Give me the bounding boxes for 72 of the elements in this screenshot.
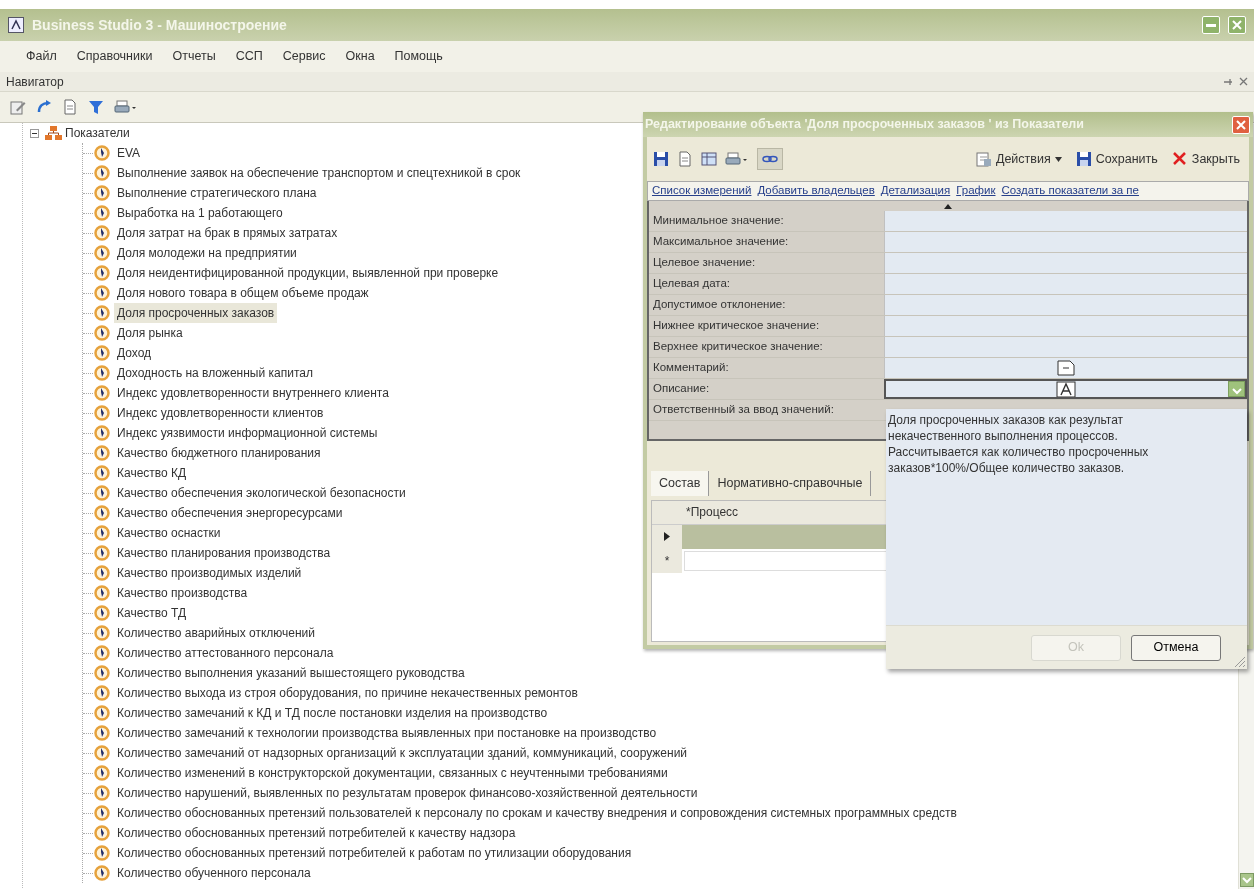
tree-item[interactable]: Количество обоснованных претензий пользователей к персоналу по срокам и качеству внедрения и сопровождения системных программных средств [114,803,960,823]
menu-item[interactable]: Сервис [282,47,326,66]
tree-item[interactable]: Количество аттестованного персонала [114,643,337,663]
toolbar-button[interactable]: Закрыть [1168,147,1243,171]
tab[interactable]: Состав [651,471,710,496]
tree-item[interactable]: Доход [114,343,155,363]
tree-item[interactable]: Количество выхода из строя оборудования, по причине некачественных ремонтов [114,683,581,703]
tree-item[interactable]: Количество замечаний к КД и ТД после постановки изделия на производство [114,703,551,723]
link[interactable]: Создать показатели за пе [1001,182,1139,200]
field-label: Ответственный за ввод значений: [652,402,835,418]
tree-item[interactable]: Качество обеспечения экологической безопасности [114,483,409,503]
tree-item[interactable]: Доля рынка [114,323,186,343]
field-label: Допустимое отклонение: [652,297,787,313]
panel-title: Навигатор [6,73,64,91]
link[interactable]: Список измерений [652,182,752,200]
field-label: Описание: [652,381,711,397]
tree-item[interactable]: Количество обоснованных претензий потребителей к качеству надзора [114,823,519,843]
menu-item[interactable]: Отчеты [172,47,216,66]
menu-item[interactable]: ССП [235,47,263,66]
tree-item[interactable]: Количество обученного персонала [114,863,314,883]
tree-item[interactable]: Качество ТД [114,603,190,623]
tree-item[interactable]: Доля неидентифицированной продукции, выявленной при проверке [114,263,502,283]
dialog-title: Редактирование объекта 'Доля просроченных заказов ' из Показатели [645,116,1084,134]
tree-item[interactable]: Количество выполнения указаний вышестоящего руководства [114,663,468,683]
tree-item[interactable]: Качество производства [114,583,251,603]
menu-item[interactable]: Файл [26,47,57,66]
field-label: Верхнее критическое значение: [652,339,824,355]
tree-item[interactable]: Качество оснастки [114,523,224,543]
tree-item[interactable]: Показатели [62,123,133,143]
menu-item[interactable]: Справочники [76,47,153,66]
tree-item[interactable]: Индекс уязвимости информационной системы [114,423,381,443]
tree-item[interactable]: Количество нарушений, выявленных по результатам проверок финансово-хозяйственной деятельности [114,783,701,803]
tree-item[interactable]: Индекс удовлетворенности внутреннего клиента [114,383,392,403]
link[interactable]: Добавить владельцев [757,182,875,200]
link[interactable]: Детализация [880,182,951,200]
tree-item[interactable]: Качество КД [114,463,190,483]
tree-item[interactable]: Количество замечаний от надзорных организаций к эксплуатации зданий, коммуникаций, сооружений [114,743,691,763]
toolbar-button[interactable]: Действия [972,147,1065,171]
field-label: Целевая дата: [652,276,731,292]
menu-item[interactable]: Окна [345,47,375,66]
menu-item[interactable]: Помощь [394,47,443,66]
window-title: Business Studio 3 - Машиностроение [32,15,287,35]
tree-item[interactable]: Количество аварийных отключений [114,623,319,643]
tab[interactable]: Нормативно-справочные [709,471,872,496]
description-text: Доля просроченных заказов как результат некачественного выполнения процессов. Рассчитывается как количество просроченных заказов*100%/Общее количество заказов. [888,412,1150,476]
tree-item[interactable]: Выполнение заявок на обеспечение транспортом и спецтехникой в срок [114,163,524,183]
tree-item[interactable]: Доля молодежи на предприятии [114,243,300,263]
tree-item[interactable]: Количество замечаний к технологии производства выявленных при постановке на производство [114,723,660,743]
field-label: Комментарий: [652,360,730,376]
tree-item[interactable]: Доля затрат на брак в прямых затратах [114,223,341,243]
tree-item[interactable]: Выработка на 1 работающего [114,203,286,223]
tree-item[interactable]: Качество планирования производства [114,543,334,563]
tree-item[interactable]: Количество обоснованных претензий потребителей к работам по утилизации оборудования [114,843,635,863]
tree-item[interactable]: Качество производимых изделий [114,563,305,583]
tree-item[interactable]: Доля просроченных заказов [114,303,278,323]
field-label: Нижнее критическое значение: [652,318,821,334]
field-label: Максимальное значение: [652,234,790,250]
tree-item[interactable]: Количество изменений в конструкторской документации, связанных с неучтенными требованиями [114,763,671,783]
toolbar-button[interactable]: Сохранить [1072,147,1161,171]
tree-item[interactable]: Индекс удовлетворенности клиентов [114,403,327,423]
row-marker: * [664,552,670,570]
link[interactable]: График [956,182,996,200]
tree-item[interactable]: Выполнение стратегического плана [114,183,320,203]
field-label: Целевое значение: [652,255,757,271]
tree-item[interactable]: Качество обеспечения энергоресурсами [114,503,346,523]
column-header: *Процесс [686,504,739,522]
tree-item[interactable]: Доля нового товара в общем объеме продаж [114,283,372,303]
field-label: Минимальное значение: [652,213,785,229]
tree-item[interactable]: Качество бюджетного планирования [114,443,324,463]
dialog-button[interactable]: Отмена [1131,634,1221,661]
tree-item[interactable]: EVA [114,143,144,163]
tree-item[interactable]: Доходность на вложенный капитал [114,363,316,383]
